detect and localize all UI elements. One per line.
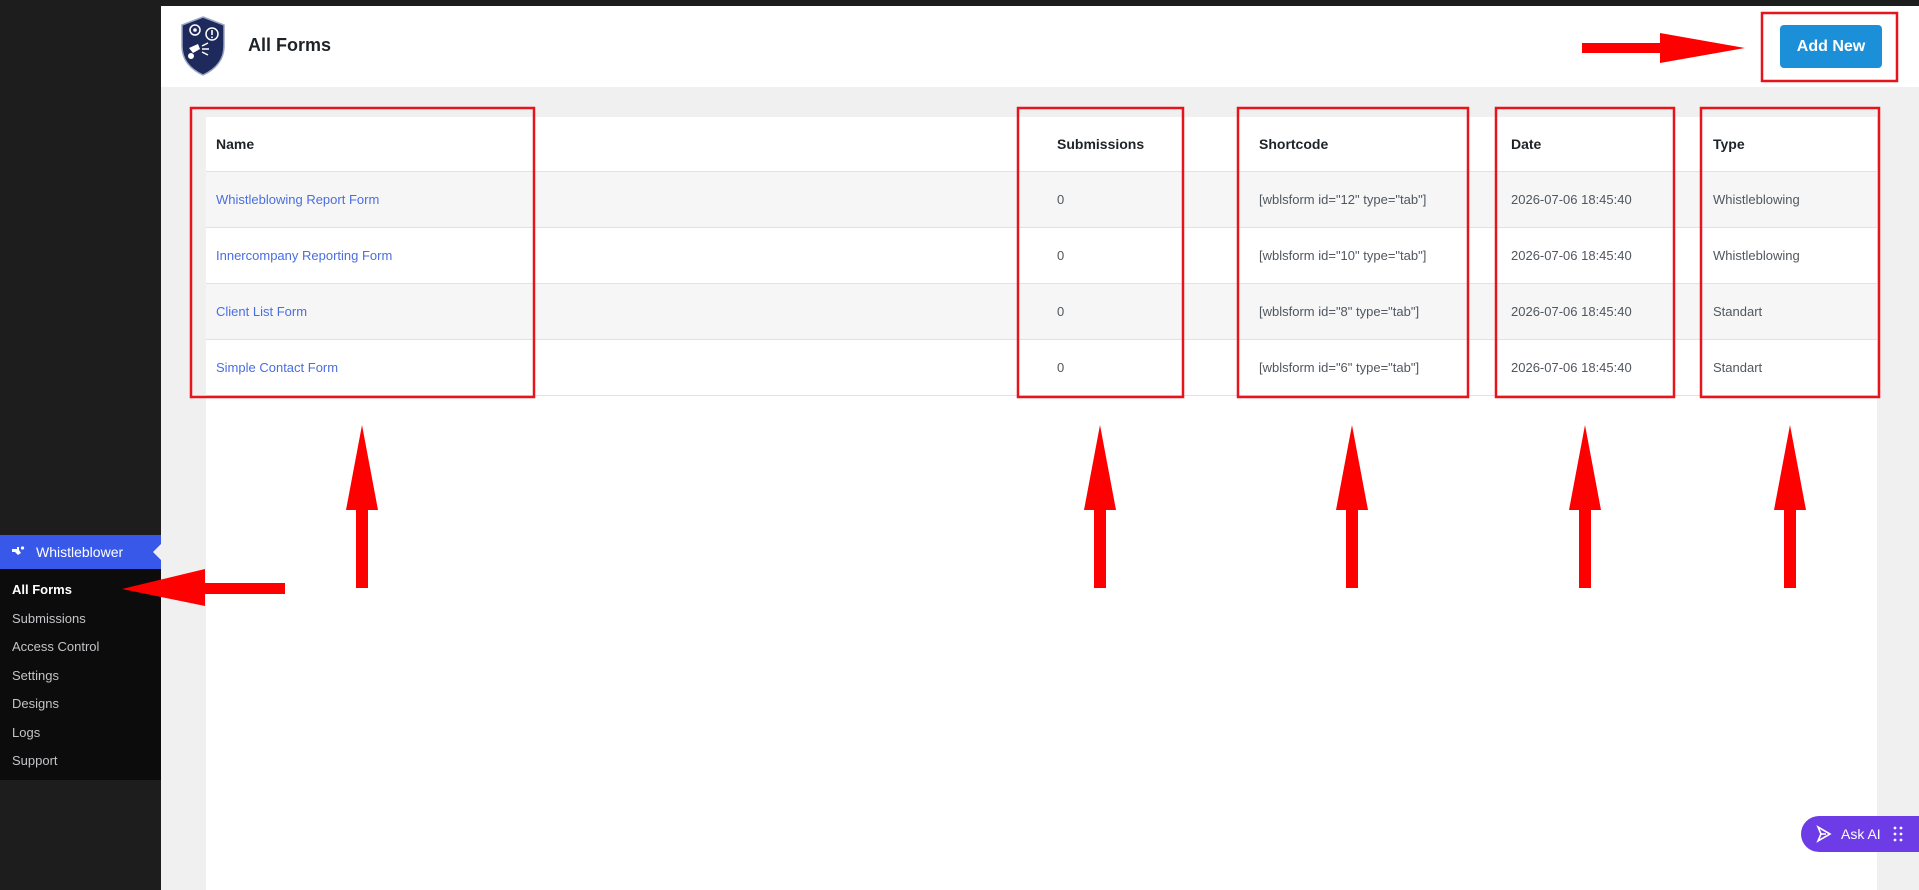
forms-table: Name Submissions Shortcode Date Type Whi… xyxy=(206,117,1877,396)
type-cell: Standart xyxy=(1713,283,1877,340)
sidebar-parent-label: Whistleblower xyxy=(36,544,124,560)
form-name-link[interactable]: Innercompany Reporting Form xyxy=(216,248,392,263)
drag-handle-icon[interactable] xyxy=(1893,826,1903,842)
page-title: All Forms xyxy=(248,35,332,55)
table-row: Whistleblowing Report Form 0 [wblsform i… xyxy=(206,171,1877,228)
shortcode-cell: [wblsform id="12" type="tab"] xyxy=(1259,171,1511,228)
column-header-name[interactable]: Name xyxy=(206,117,1057,172)
date-cell: 2026-07-06 18:45:40 xyxy=(1511,283,1713,340)
forms-table-panel: Name Submissions Shortcode Date Type Whi… xyxy=(206,117,1877,890)
whistle-icon xyxy=(12,546,25,555)
date-cell: 2026-07-06 18:45:40 xyxy=(1511,171,1713,228)
type-cell: Whistleblowing xyxy=(1713,171,1877,228)
shortcode-cell: [wblsform id="6" type="tab"] xyxy=(1259,339,1511,396)
sidebar-item-access-control[interactable]: Access Control xyxy=(0,633,161,662)
main-content: All Forms Add New Name Submissions Short… xyxy=(161,6,1919,890)
current-caret xyxy=(153,544,161,560)
sidebar-item-all-forms[interactable]: All Forms xyxy=(0,576,161,605)
ask-ai-label: Ask AI xyxy=(1841,826,1881,842)
column-header-date[interactable]: Date xyxy=(1511,117,1713,172)
admin-sidebar: Whistleblower All Forms Submissions Acce… xyxy=(0,0,161,890)
date-cell: 2026-07-06 18:45:40 xyxy=(1511,339,1713,396)
form-name-link[interactable]: Simple Contact Form xyxy=(216,360,338,375)
page-header: All Forms Add New xyxy=(161,6,1919,87)
shortcode-cell: [wblsform id="10" type="tab"] xyxy=(1259,227,1511,284)
submissions-count: 0 xyxy=(1057,339,1259,396)
date-cell: 2026-07-06 18:45:40 xyxy=(1511,227,1713,284)
type-cell: Whistleblowing xyxy=(1713,227,1877,284)
sidebar-item-settings[interactable]: Settings xyxy=(0,662,161,691)
column-header-type[interactable]: Type xyxy=(1713,117,1877,172)
sidebar-submenu: All Forms Submissions Access Control Set… xyxy=(0,569,161,780)
sidebar-item-designs[interactable]: Designs xyxy=(0,690,161,719)
sidebar-item-whistleblower[interactable]: Whistleblower xyxy=(0,535,161,569)
sidebar-item-logs[interactable]: Logs xyxy=(0,719,161,748)
submissions-count: 0 xyxy=(1057,283,1259,340)
add-new-button[interactable]: Add New xyxy=(1780,25,1882,68)
table-row: Client List Form 0 [wblsform id="8" type… xyxy=(206,283,1877,340)
sidebar-item-support[interactable]: Support xyxy=(0,747,161,776)
sparkle-icon xyxy=(1816,825,1832,843)
form-name-link[interactable]: Whistleblowing Report Form xyxy=(216,192,379,207)
table-row: Innercompany Reporting Form 0 [wblsform … xyxy=(206,227,1877,284)
sidebar-item-submissions[interactable]: Submissions xyxy=(0,605,161,634)
table-header-row: Name Submissions Shortcode Date Type xyxy=(206,117,1877,172)
table-row: Simple Contact Form 0 [wblsform id="6" t… xyxy=(206,339,1877,396)
submissions-count: 0 xyxy=(1057,171,1259,228)
submissions-count: 0 xyxy=(1057,227,1259,284)
form-name-link[interactable]: Client List Form xyxy=(216,304,307,319)
column-header-shortcode[interactable]: Shortcode xyxy=(1259,117,1511,172)
shortcode-cell: [wblsform id="8" type="tab"] xyxy=(1259,283,1511,340)
shield-logo-icon xyxy=(181,16,225,76)
column-header-submissions[interactable]: Submissions xyxy=(1057,117,1259,172)
type-cell: Standart xyxy=(1713,339,1877,396)
ask-ai-button[interactable]: Ask AI xyxy=(1801,816,1919,852)
